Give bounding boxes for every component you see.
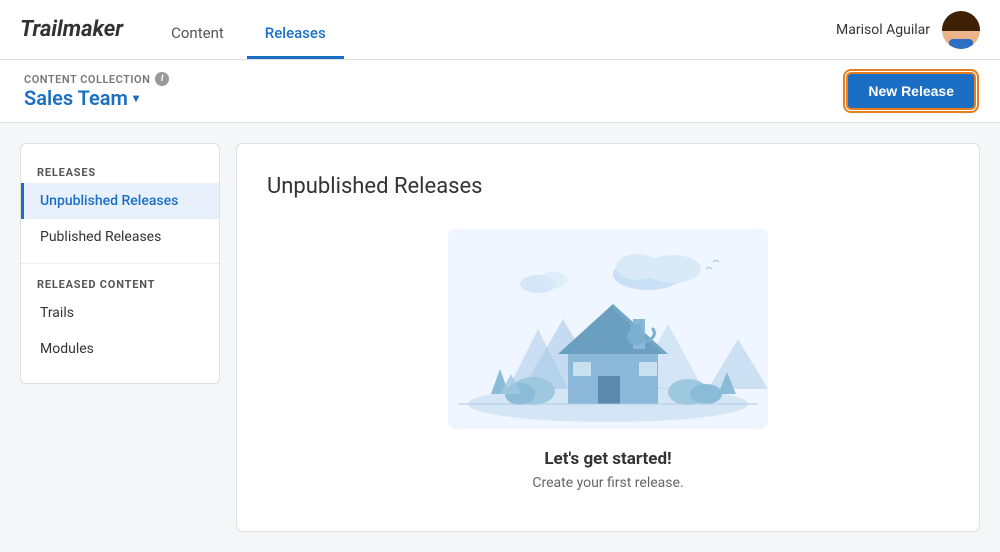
collection-section-label: CONTENT COLLECTION i (24, 72, 169, 86)
sidebar-divider (21, 263, 219, 264)
sidebar-item-modules[interactable]: Modules (21, 331, 219, 367)
empty-state-subtitle: Create your first release. (532, 475, 683, 491)
sidebar-item-published-releases[interactable]: Published Releases (21, 219, 219, 255)
avatar (942, 11, 980, 49)
content-area: Unpublished Releases (236, 143, 980, 532)
sidebar-section-releases: RELEASES (21, 160, 219, 183)
empty-state: Let's get started! Create your first rel… (267, 219, 949, 501)
collection-name[interactable]: Sales Team ▾ (24, 86, 169, 110)
page-title: Unpublished Releases (267, 174, 483, 199)
logo-maker: maker (63, 17, 123, 42)
main-content: RELEASES Unpublished Releases Published … (0, 123, 1000, 552)
main-nav: Content Releases (153, 0, 349, 59)
collection-selector: CONTENT COLLECTION i Sales Team ▾ (24, 72, 169, 110)
nav-tab-releases[interactable]: Releases (247, 24, 344, 59)
empty-state-title: Let's get started! (544, 449, 671, 469)
avatar-body (949, 39, 973, 49)
sidebar-item-trails[interactable]: Trails (21, 295, 219, 331)
sidebar: RELEASES Unpublished Releases Published … (20, 143, 220, 384)
new-release-button[interactable]: New Release (846, 72, 976, 110)
empty-state-illustration (448, 229, 768, 429)
username-label: Marisol Aguilar (836, 22, 930, 38)
app-header: Trailmaker Content Releases Marisol Agui… (0, 0, 1000, 60)
nav-tab-content[interactable]: Content (153, 24, 242, 59)
chevron-down-icon: ▾ (133, 91, 139, 105)
app-logo: Trailmaker (20, 17, 123, 42)
header-right: Marisol Aguilar (836, 11, 980, 49)
sidebar-section-released-content: RELEASED CONTENT (21, 272, 219, 295)
logo-trail: Trail (20, 17, 63, 42)
avatar-hair (942, 11, 980, 32)
info-icon[interactable]: i (155, 72, 169, 86)
sub-header: CONTENT COLLECTION i Sales Team ▾ New Re… (0, 60, 1000, 123)
sidebar-item-unpublished-releases[interactable]: Unpublished Releases (21, 183, 219, 219)
